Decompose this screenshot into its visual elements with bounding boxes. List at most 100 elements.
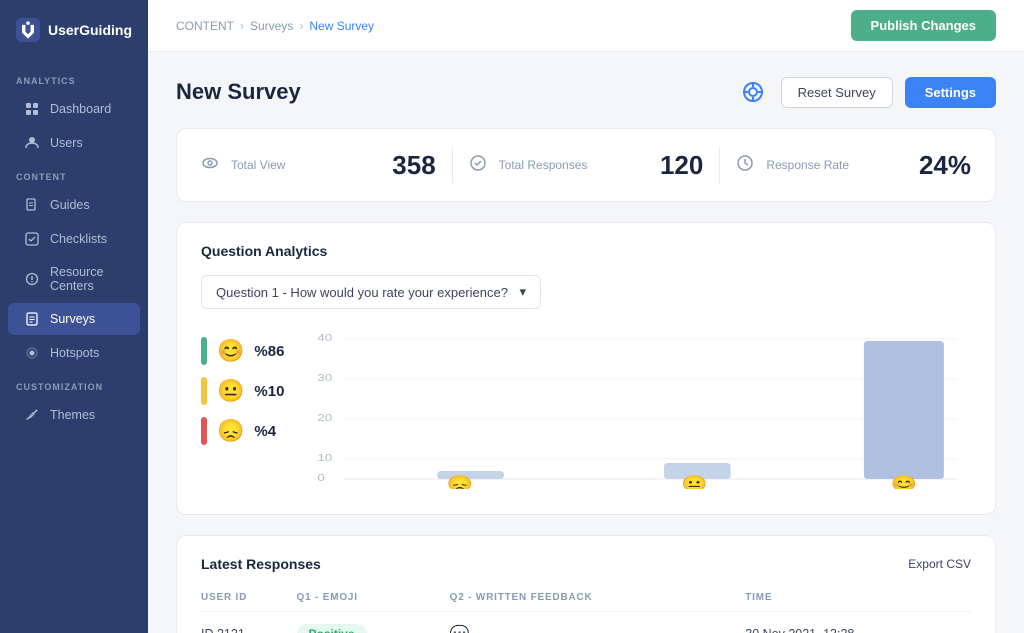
sidebar-item-themes[interactable]: Themes: [8, 399, 140, 431]
sidebar-item-resource-centers[interactable]: Resource Centers: [8, 257, 140, 301]
rate-icon: [736, 154, 754, 177]
total-view-value: 358: [392, 150, 435, 181]
latest-responses-title: Latest Responses: [201, 556, 321, 572]
question-analytics-title: Question Analytics: [201, 243, 971, 259]
responses-icon: [469, 154, 487, 177]
legend-item-sad: 😞 %4: [201, 417, 284, 445]
stat-divider-2: [719, 147, 720, 183]
row1-q2: 💬: [450, 612, 746, 633]
col-q2-feedback: Q2 - WRITTEN FEEDBACK: [450, 584, 746, 612]
stat-total-responses: Total Responses 120: [469, 150, 704, 181]
legend-pct-neutral: %10: [254, 383, 284, 400]
legend-emoji-neutral: 😐: [217, 378, 244, 404]
legend-bar-neutral: [201, 377, 207, 405]
total-view-label: Total View: [231, 158, 285, 172]
logo: UserGuiding: [0, 16, 148, 64]
sidebar-resource-label: Resource Centers: [50, 265, 124, 293]
total-responses-label: Total Responses: [499, 158, 588, 172]
sidebar-item-dashboard[interactable]: Dashboard: [8, 93, 140, 125]
svg-text:40: 40: [318, 333, 333, 344]
settings-button[interactable]: Settings: [905, 77, 996, 108]
grid-icon: [24, 101, 40, 117]
content-area: New Survey Reset Survey Settings Total V…: [148, 52, 1024, 633]
brush-icon: [24, 407, 40, 423]
sidebar-item-guides[interactable]: Guides: [8, 189, 140, 221]
target-icon: [737, 76, 769, 108]
main-content: CONTENT › Surveys › New Survey Publish C…: [148, 0, 1024, 633]
row1-q1: Positive: [297, 612, 450, 633]
latest-responses-header: Latest Responses Export CSV: [201, 556, 971, 572]
legend-pct-happy: %86: [254, 343, 284, 360]
legend-item-neutral: 😐 %10: [201, 377, 284, 405]
responses-table: USER ID Q1 - EMOJI Q2 - WRITTEN FEEDBACK…: [201, 584, 971, 633]
page-header: New Survey Reset Survey Settings: [176, 76, 996, 108]
topbar: CONTENT › Surveys › New Survey Publish C…: [148, 0, 1024, 52]
table-body: ID 2121 Positive 💬 30 Nov 2021, 13:28 ID…: [201, 612, 971, 633]
export-csv-button[interactable]: Export CSV: [908, 557, 971, 571]
sidebar-guides-label: Guides: [50, 198, 90, 212]
legend-bar-happy: [201, 337, 207, 365]
breadcrumb-current: New Survey: [309, 19, 374, 33]
col-time: TIME: [745, 584, 971, 612]
sidebar-item-hotspots[interactable]: Hotspots: [8, 337, 140, 369]
reset-survey-button[interactable]: Reset Survey: [781, 77, 893, 108]
publish-changes-button[interactable]: Publish Changes: [851, 10, 996, 41]
row1-user-id: ID 2121: [201, 612, 297, 633]
response-rate-value: 24%: [919, 150, 971, 181]
legend-pct-sad: %4: [254, 423, 276, 440]
page-header-actions: Reset Survey Settings: [737, 76, 996, 108]
sidebar-users-label: Users: [50, 136, 83, 150]
doc-icon: [24, 197, 40, 213]
sidebar-item-surveys[interactable]: Surveys: [8, 303, 140, 335]
stats-row: Total View 358 Total Responses 120 Respo…: [176, 128, 996, 202]
legend-emoji-sad: 😞: [217, 418, 244, 444]
response-rate-label: Response Rate: [766, 158, 849, 172]
latest-responses-card: Latest Responses Export CSV USER ID Q1 -…: [176, 535, 996, 633]
chevron-down-icon: ▾: [519, 284, 526, 300]
table-header: USER ID Q1 - EMOJI Q2 - WRITTEN FEEDBACK…: [201, 584, 971, 612]
breadcrumb-content: CONTENT: [176, 19, 234, 33]
legend-item-happy: 😊 %86: [201, 337, 284, 365]
sidebar-dashboard-label: Dashboard: [50, 102, 111, 116]
logo-icon: [16, 16, 40, 44]
customization-section-label: CUSTOMIZATION: [0, 370, 148, 398]
breadcrumb-sep1: ›: [240, 19, 244, 33]
svg-text:😊: 😊: [891, 475, 918, 489]
svg-text:30: 30: [318, 373, 333, 384]
content-section-label: CONTENT: [0, 160, 148, 188]
row1-time: 30 Nov 2021, 13:28: [745, 612, 971, 633]
page-title: New Survey: [176, 79, 301, 105]
resource-icon: [24, 271, 40, 287]
breadcrumb-sep2: ›: [299, 19, 303, 33]
sidebar-checklists-label: Checklists: [50, 232, 107, 246]
checklist-icon: [24, 231, 40, 247]
eye-icon: [201, 154, 219, 177]
stat-total-view: Total View 358: [201, 150, 436, 181]
sidebar-hotspots-label: Hotspots: [50, 346, 99, 360]
legend-emoji-happy: 😊: [217, 338, 244, 364]
table-row: ID 2121 Positive 💬 30 Nov 2021, 13:28: [201, 612, 971, 633]
svg-text:10: 10: [318, 453, 333, 464]
sidebar-themes-label: Themes: [50, 408, 95, 422]
question-dropdown-label: Question 1 - How would you rate your exp…: [216, 285, 508, 300]
question-analytics-card: Question Analytics Question 1 - How woul…: [176, 222, 996, 515]
col-user-id: USER ID: [201, 584, 297, 612]
bar-chart: 40 30 20 10 0: [304, 329, 971, 494]
chart-area: 😊 %86 😐 %10 😞 %4: [201, 329, 971, 494]
chart-legend: 😊 %86 😐 %10 😞 %4: [201, 329, 284, 494]
svg-text:😞: 😞: [447, 475, 474, 489]
question-dropdown[interactable]: Question 1 - How would you rate your exp…: [201, 275, 541, 309]
sidebar-item-checklists[interactable]: Checklists: [8, 223, 140, 255]
legend-bar-sad: [201, 417, 207, 445]
sidebar: UserGuiding ANALYTICS Dashboard Users CO…: [0, 0, 148, 633]
breadcrumb-surveys: Surveys: [250, 19, 293, 33]
positive-badge: Positive: [297, 624, 367, 633]
stat-divider-1: [452, 147, 453, 183]
hotspot-icon: [24, 345, 40, 361]
analytics-section-label: ANALYTICS: [0, 64, 148, 92]
sidebar-item-users[interactable]: Users: [8, 127, 140, 159]
breadcrumb: CONTENT › Surveys › New Survey: [176, 19, 374, 33]
svg-text:0: 0: [318, 473, 326, 484]
svg-text:20: 20: [318, 413, 333, 424]
stat-response-rate: Response Rate 24%: [736, 150, 971, 181]
